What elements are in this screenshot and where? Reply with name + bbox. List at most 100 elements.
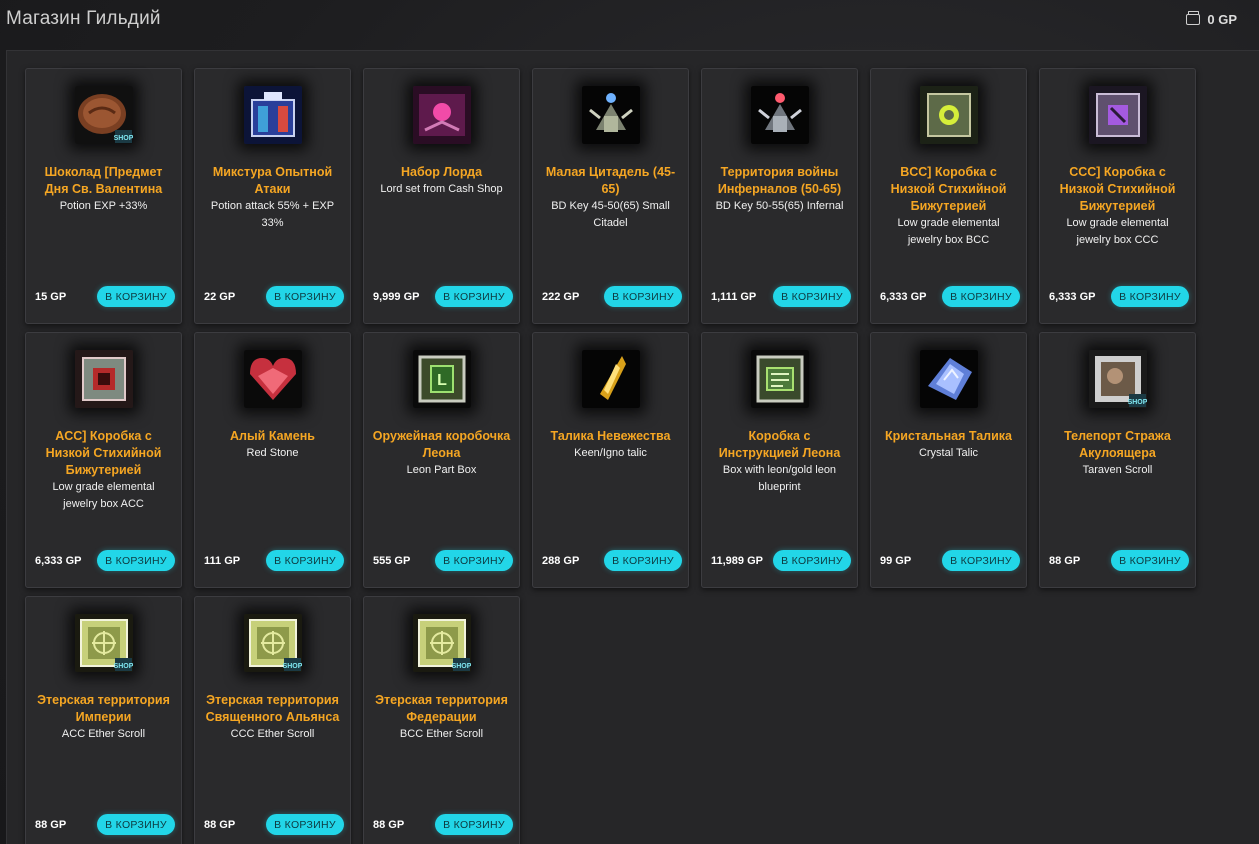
item-description: Potion EXP +33%	[59, 200, 148, 212]
svg-text:L: L	[437, 372, 447, 389]
item-description: Lord set from Cash Shop	[380, 183, 503, 195]
item-description: Leon Part Box	[406, 464, 477, 476]
item-card: Кристальная Талика Crystal Talic 99 GP В КО…	[870, 332, 1027, 588]
add-to-cart-button[interactable]: В КОРЗИНУ	[266, 286, 344, 307]
red-stone-icon	[243, 350, 302, 408]
jewelry-box-acc-icon	[74, 350, 133, 408]
teleport-scroll-icon: SHOP	[1088, 350, 1147, 408]
item-info: Набор Лорда Lord set from Cash Shop	[372, 164, 511, 198]
item-price: 6,333 GP	[1049, 291, 1096, 303]
item-price: 88 GP	[35, 819, 67, 831]
item-name: Этерская территория Священного Альянса	[205, 693, 340, 724]
add-to-cart-button[interactable]: В КОРЗИНУ	[97, 550, 175, 571]
add-to-cart-button[interactable]: В КОРЗИНУ	[266, 550, 344, 571]
item-price: 11,989 GP	[711, 555, 763, 567]
item-price: 222 GP	[542, 291, 580, 303]
add-to-cart-button[interactable]: В КОРЗИНУ	[435, 814, 513, 835]
item-description: Low grade elemental jewelry box ACC	[52, 481, 155, 510]
svg-text:SHOP: SHOP	[451, 663, 470, 670]
item-card: Микстура Опытной Атаки Potion attack 55% …	[194, 68, 351, 324]
wallet-icon	[1186, 10, 1201, 25]
item-info: Алый Камень Red Stone	[203, 428, 342, 462]
item-card: SHOP Этерская территория Империи ACC Ether…	[25, 596, 182, 844]
item-card: SHOP Этерская территория Священного Альян…	[194, 596, 351, 844]
add-to-cart-button[interactable]: В КОРЗИНУ	[435, 550, 513, 571]
page-title: Магазин Гильдий	[6, 8, 161, 29]
item-description: ACC Ether Scroll	[61, 728, 146, 740]
citadel-icon	[581, 86, 640, 144]
item-name: BCC] Коробка с Низкой Стихийной Бижутери…	[890, 165, 1007, 213]
item-name: Этерская территория Федерации	[375, 693, 508, 724]
jewelry-box-bcc-icon	[919, 86, 978, 144]
item-info: Микстура Опытной Атаки Potion attack 55% …	[203, 164, 342, 232]
item-description: Box with leon/gold leon blueprint	[722, 464, 837, 493]
infernal-icon	[750, 86, 809, 144]
add-to-cart-button[interactable]: В КОРЗИНУ	[97, 286, 175, 307]
item-name: CCC] Коробка с Низкой Стихийной Бижутери…	[1059, 165, 1176, 213]
item-info: ACC] Коробка с Низкой Стихийной Бижутери…	[34, 428, 173, 513]
item-price: 1,111 GP	[711, 291, 757, 303]
leon-box-icon: L	[412, 350, 471, 408]
item-name: ACC] Коробка с Низкой Стихийной Бижутери…	[45, 429, 162, 477]
item-name: Микстура Опытной Атаки	[212, 165, 333, 196]
item-card: Талика Невежества Keen/Igno talic 288 GP В …	[532, 332, 689, 588]
item-price: 9,999 GP	[373, 291, 420, 303]
item-name: Набор Лорда	[400, 165, 483, 179]
add-to-cart-button[interactable]: В КОРЗИНУ	[97, 814, 175, 835]
balance-display: 0 GP	[1186, 10, 1237, 27]
add-to-cart-button[interactable]: В КОРЗИНУ	[604, 550, 682, 571]
item-price: 88 GP	[373, 819, 405, 831]
item-info: Малая Цитадель (45-65) BD Key 45-50(65) S…	[541, 164, 680, 232]
shop-header: Магазин Гильдий 0 GP	[0, 0, 1259, 38]
item-description: BD Key 50-55(65) Infernal	[715, 200, 844, 212]
item-info: BCC] Коробка с Низкой Стихийной Бижутери…	[879, 164, 1018, 249]
item-info: Этерская территория Священного Альянса CC…	[203, 692, 342, 743]
item-price: 88 GP	[204, 819, 236, 831]
item-price: 99 GP	[880, 555, 912, 567]
item-card: Набор Лорда Lord set from Cash Shop 9,999 …	[363, 68, 520, 324]
item-price: 555 GP	[373, 555, 411, 567]
add-to-cart-button[interactable]: В КОРЗИНУ	[942, 550, 1020, 571]
item-card: Территория войны Инферналов (50-65) BD Ke…	[701, 68, 858, 324]
add-to-cart-button[interactable]: В КОРЗИНУ	[604, 286, 682, 307]
add-to-cart-button[interactable]: В КОРЗИНУ	[266, 814, 344, 835]
item-description: Keen/Igno talic	[574, 447, 647, 459]
item-info: Территория войны Инферналов (50-65) BD Ke…	[710, 164, 849, 215]
ether-scroll-icon: SHOP	[243, 614, 302, 672]
item-price: 6,333 GP	[880, 291, 927, 303]
item-description: CCC Ether Scroll	[230, 728, 315, 740]
add-to-cart-button[interactable]: В КОРЗИНУ	[773, 550, 851, 571]
item-info: Коробка с Инструкцией Леона Box with leon…	[710, 428, 849, 496]
item-name: Этерская территория Империи	[37, 693, 170, 724]
item-description: Low grade elemental jewelry box BCC	[897, 217, 1000, 246]
item-info: Кристальная Талика Crystal Talic	[879, 428, 1018, 462]
add-to-cart-button[interactable]: В КОРЗИНУ	[942, 286, 1020, 307]
add-to-cart-button[interactable]: В КОРЗИНУ	[1111, 550, 1189, 571]
svg-text:SHOP: SHOP	[113, 135, 132, 142]
item-description: Taraven Scroll	[1082, 464, 1153, 476]
item-price: 15 GP	[35, 291, 67, 303]
item-name: Малая Цитадель (45-65)	[545, 165, 676, 196]
item-price: 22 GP	[204, 291, 236, 303]
item-card: SHOP Шоколад [Предмет Дня Св. Валентина Po…	[25, 68, 182, 324]
chocolate-icon: SHOP	[74, 86, 133, 144]
item-name: Шоколад [Предмет Дня Св. Валентина	[44, 165, 163, 196]
add-to-cart-button[interactable]: В КОРЗИНУ	[435, 286, 513, 307]
item-price: 88 GP	[1049, 555, 1081, 567]
item-price: 111 GP	[204, 555, 241, 567]
item-name: Коробка с Инструкцией Леона	[718, 429, 841, 460]
item-description: Crystal Talic	[918, 447, 979, 459]
add-to-cart-button[interactable]: В КОРЗИНУ	[773, 286, 851, 307]
add-to-cart-button[interactable]: В КОРЗИНУ	[1111, 286, 1189, 307]
item-name: Кристальная Талика	[885, 429, 1012, 443]
item-card: L Оружейная коробочка Леона Leon Part Box 5…	[363, 332, 520, 588]
item-name: Оружейная коробочка Леона	[372, 429, 511, 460]
item-name: Алый Камень	[230, 429, 315, 443]
balance-amount: 0 GP	[1207, 11, 1237, 27]
item-description: Low grade elemental jewelry box CCC	[1066, 217, 1169, 246]
potion-icon	[243, 86, 302, 144]
lord-set-icon	[412, 86, 471, 144]
item-info: CCC] Коробка с Низкой Стихийной Бижутери…	[1048, 164, 1187, 249]
svg-text:SHOP: SHOP	[113, 663, 132, 670]
item-info: Оружейная коробочка Леона Leon Part Box	[372, 428, 511, 479]
